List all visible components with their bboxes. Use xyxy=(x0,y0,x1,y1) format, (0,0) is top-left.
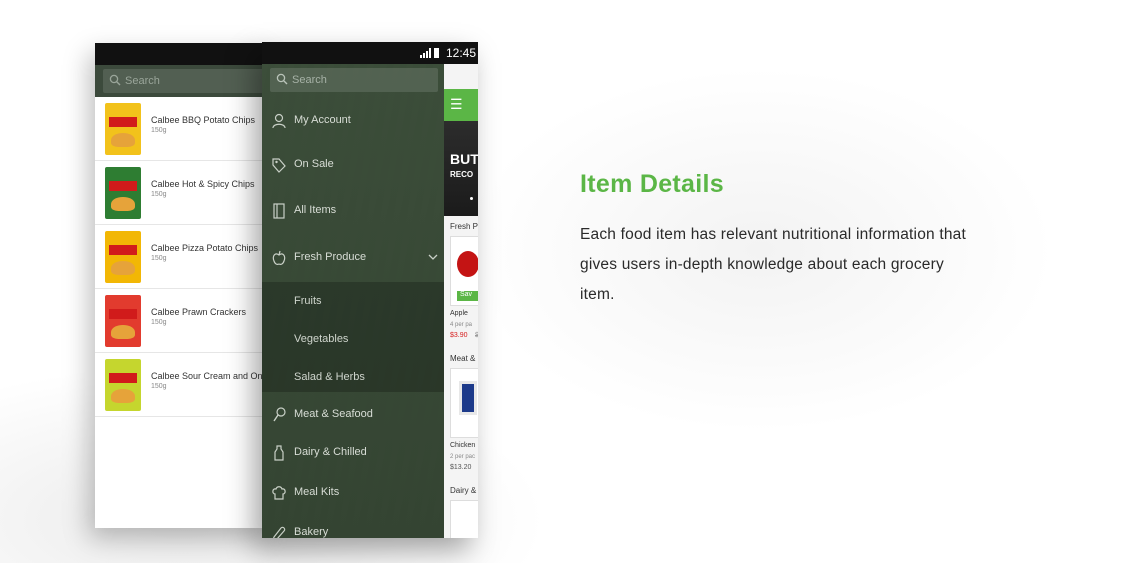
bottle-icon xyxy=(274,445,284,461)
product-weight: 150g xyxy=(151,383,167,390)
banner-title: BUT xyxy=(450,151,478,167)
menu-item-dairy-chilled[interactable]: Dairy & Chilled xyxy=(262,434,444,472)
drawer-search-placeholder: Search xyxy=(292,74,327,86)
menu-label: Meal Kits xyxy=(294,486,340,498)
menu-label: My Account xyxy=(294,114,351,126)
product-list-item[interactable]: Calbee Pizza Potato Chips 150g xyxy=(95,225,270,289)
menu-label: Fresh Produce xyxy=(294,251,367,263)
bag-label xyxy=(109,245,137,255)
menu-label: Dairy & Chilled xyxy=(294,446,367,458)
search-input[interactable]: Search xyxy=(103,69,268,93)
product-weight: 150g xyxy=(151,191,167,198)
menu-label: All Items xyxy=(294,204,337,216)
submenu-item-vegetables[interactable]: Vegetables xyxy=(262,322,444,358)
submenu-label: Salad & Herbs xyxy=(294,371,365,383)
product-list-item[interactable]: Calbee Prawn Crackers 150g xyxy=(95,289,270,353)
apple-image xyxy=(457,251,478,277)
tag-icon xyxy=(272,158,286,173)
product-list-item[interactable]: Calbee Sour Cream and Onion 150g xyxy=(95,353,270,417)
chicken-image xyxy=(459,381,477,415)
product-name: Calbee Sour Cream and Onion xyxy=(151,371,270,381)
signal-battery-icon xyxy=(420,48,439,58)
section-title-fresh: Fresh P xyxy=(450,222,478,231)
product-price-apple: $3.90 xyxy=(450,332,468,339)
section-title-meat: Meat & xyxy=(450,354,476,363)
bag-label xyxy=(109,309,137,319)
menu-label: Meat & Seafood xyxy=(294,408,373,420)
product-weight: 150g xyxy=(151,255,167,262)
menu-label: Bakery xyxy=(294,526,329,538)
product-weight: 150g xyxy=(151,319,167,326)
product-name-apple: Apple xyxy=(450,310,468,317)
product-list-item[interactable]: Calbee Hot & Spicy Chips 150g xyxy=(95,161,270,225)
product-card-apple[interactable]: Sav xyxy=(450,236,478,306)
menu-label: On Sale xyxy=(294,158,334,170)
bag-chips xyxy=(111,133,135,147)
bag-label xyxy=(109,117,137,127)
book-icon xyxy=(273,203,285,219)
status-time: 12:45 xyxy=(445,46,476,60)
chef-hat-icon xyxy=(272,486,286,500)
product-old-price-apple: $4 xyxy=(475,332,478,339)
bag-chips xyxy=(111,197,135,211)
bag-chips xyxy=(111,261,135,275)
product-card-chicken[interactable] xyxy=(450,368,478,438)
product-image xyxy=(105,231,141,283)
product-name-chicken: Chicken xyxy=(450,442,476,449)
product-name: Calbee Hot & Spicy Chips xyxy=(151,179,255,189)
product-list-item[interactable]: Calbee BBQ Potato Chips 150g xyxy=(95,97,270,161)
navigation-drawer: Search My Account On Sale All Items Fres… xyxy=(262,64,444,538)
bag-label xyxy=(109,373,137,383)
product-image xyxy=(105,103,141,155)
menu-item-on-sale[interactable]: On Sale xyxy=(262,146,444,184)
product-image xyxy=(105,295,141,347)
carousel-dot[interactable] xyxy=(470,197,473,200)
submenu-label: Vegetables xyxy=(294,333,349,345)
search-placeholder: Search xyxy=(125,75,160,87)
product-weight: 150g xyxy=(151,127,167,134)
search-icon xyxy=(276,73,288,85)
submenu-label: Fruits xyxy=(294,295,322,307)
sale-badge: Sav xyxy=(457,291,478,301)
section-title-dairy: Dairy & xyxy=(450,486,477,495)
product-image xyxy=(105,359,141,411)
apple-icon xyxy=(272,250,286,265)
hamburger-icon[interactable]: ☰ xyxy=(450,96,463,113)
menu-item-meat-seafood[interactable]: Meat & Seafood xyxy=(262,396,444,434)
bag-label xyxy=(109,181,137,191)
product-image xyxy=(105,167,141,219)
app-home-peek: ☰ BUT RECO Fresh P Sav Apple 4 per pa $3… xyxy=(444,64,478,538)
feature-title: Item Details xyxy=(580,170,724,198)
drumstick-icon xyxy=(273,407,286,422)
menu-item-all-items[interactable]: All Items xyxy=(262,192,444,230)
bag-chips xyxy=(111,325,135,339)
drawer-search-input[interactable]: Search xyxy=(270,68,438,92)
menu-item-fresh-produce[interactable]: Fresh Produce xyxy=(262,239,444,277)
submenu-item-salad-herbs[interactable]: Salad & Herbs xyxy=(262,360,444,396)
product-name: Calbee Pizza Potato Chips xyxy=(151,243,259,253)
submenu-item-fruits[interactable]: Fruits xyxy=(262,284,444,320)
product-list: Calbee BBQ Potato Chips 150g Calbee Hot & … xyxy=(95,97,270,417)
product-name: Calbee BBQ Potato Chips xyxy=(151,115,256,125)
feature-description: Each food item has relevant nutritional … xyxy=(580,226,966,303)
status-bar: 12:45 xyxy=(262,42,478,64)
phone-drawer-menu: 12:45 ☰ BUT RECO Fresh P Sav Apple 4 per… xyxy=(262,42,478,538)
chevron-down-icon[interactable] xyxy=(428,252,438,262)
bread-icon xyxy=(273,526,286,538)
menu-item-meal-kits[interactable]: Meal Kits xyxy=(262,474,444,512)
user-icon xyxy=(272,113,286,129)
product-price-chicken: $13.20 xyxy=(450,464,472,471)
bag-chips xyxy=(111,389,135,403)
search-bar: Search xyxy=(95,65,270,97)
menu-item-bakery[interactable]: Bakery xyxy=(262,514,444,538)
product-card-dairy[interactable] xyxy=(450,500,478,538)
search-icon xyxy=(109,74,121,86)
product-meta-apple: 4 per pa xyxy=(450,322,473,328)
product-meta-chicken: 2 per pac xyxy=(450,454,476,460)
phone-product-list: Search Calbee BBQ Potato Chips 150g Calbee… xyxy=(95,43,270,528)
menu-item-my-account[interactable]: My Account xyxy=(262,102,444,140)
promo-banner[interactable]: BUT RECO xyxy=(444,121,478,216)
banner-subtitle: RECO xyxy=(450,170,474,179)
product-name: Calbee Prawn Crackers xyxy=(151,307,247,317)
